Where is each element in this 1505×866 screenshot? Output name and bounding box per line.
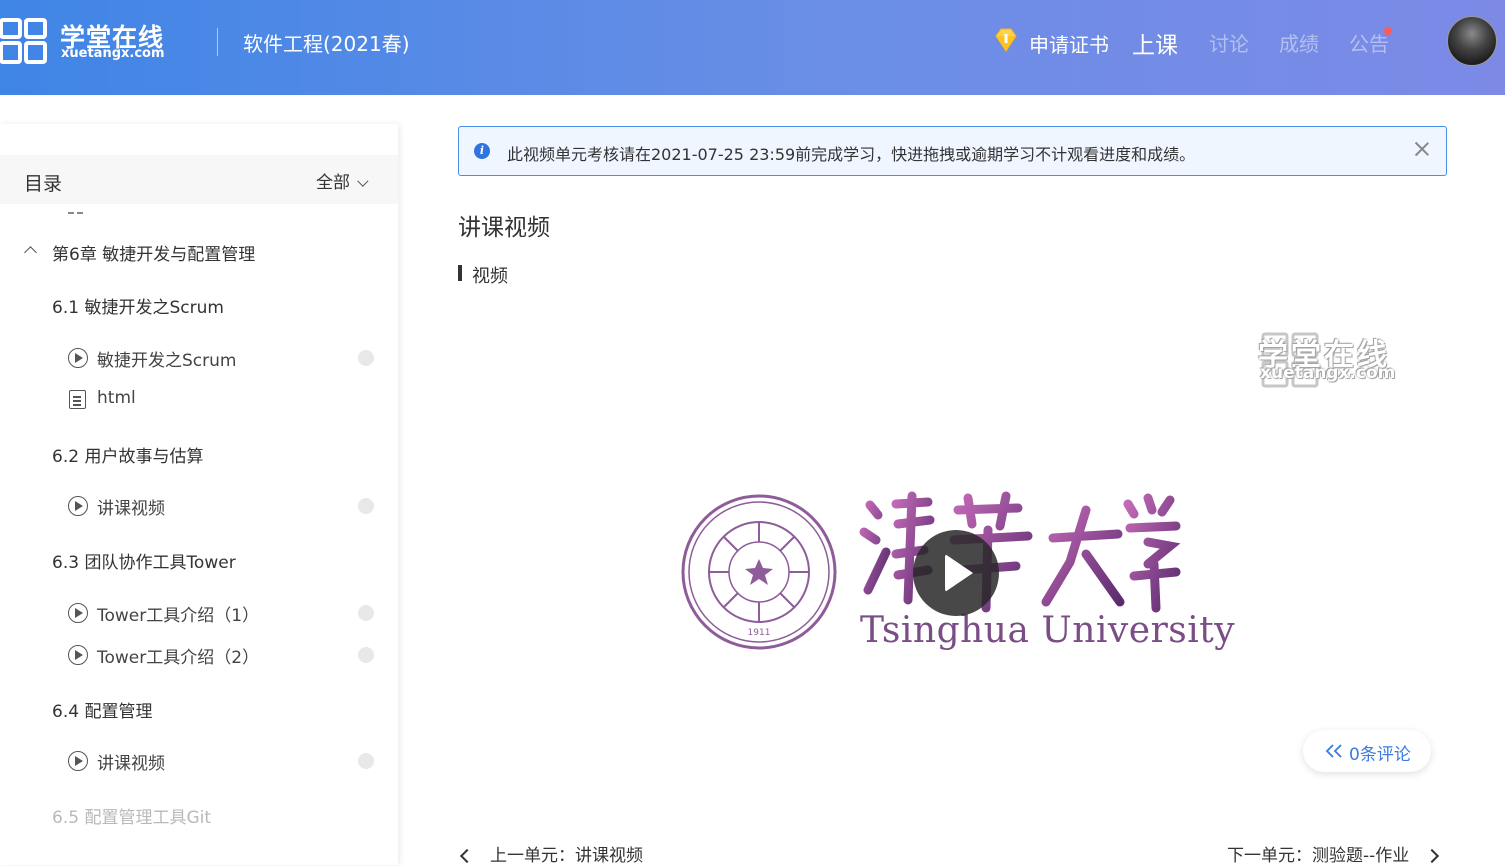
next-unit-label: 下一单元：测验题--作业 <box>1227 846 1410 866</box>
section-6-2[interactable]: 6.2 用户故事与估算 <box>52 442 203 467</box>
nav-tab-announcements[interactable]: 公告 <box>1349 28 1389 57</box>
apply-certificate-link[interactable]: 申请证书 <box>1029 29 1109 58</box>
page-title: 讲课视频 <box>458 215 550 241</box>
course-toc-sidebar: 目录 全部 第6章 敏捷开发与配置管理 6.1 敏捷开发之Scrum 敏捷开发之… <box>0 124 398 865</box>
play-circle-icon <box>68 348 88 368</box>
certificate-diamond-icon[interactable] <box>992 26 1020 54</box>
user-avatar[interactable] <box>1447 16 1497 66</box>
progress-dot <box>358 753 374 769</box>
chevron-down-icon <box>357 175 369 187</box>
nav-tab-grades[interactable]: 成绩 <box>1279 28 1319 57</box>
close-icon[interactable] <box>1413 140 1431 158</box>
alert-message: 此视频单元考核请在2021-07-25 23:59前完成学习，快进拖拽或逾期学习… <box>507 145 1196 164</box>
chevron-left-icon <box>459 848 475 864</box>
double-chevron-left-icon <box>1325 744 1342 758</box>
progress-dot <box>358 350 374 366</box>
document-icon <box>69 390 86 409</box>
section-6-5[interactable]: 6.5 配置管理工具Git <box>52 803 211 828</box>
section-subtitle: 视频 <box>472 266 508 287</box>
watermark-domain: xuetangx.com <box>1260 363 1396 383</box>
info-icon: i <box>474 143 490 159</box>
tsinghua-calligraphy-icon <box>859 491 1181 613</box>
lesson-label: html <box>97 388 136 408</box>
top-header: 学堂在线 xuetangx.com 软件工程(2021春) 申请证书 上课 讨论… <box>0 0 1505 95</box>
subtitle-marker <box>458 265 462 281</box>
deadline-alert: i 此视频单元考核请在2021-07-25 23:59前完成学习，快进拖拽或逾期… <box>458 126 1447 176</box>
play-circle-icon <box>68 751 88 771</box>
seal-year: 1911 <box>748 628 771 638</box>
progress-dot <box>358 498 374 514</box>
lesson-label: Tower工具介绍（2） <box>97 648 260 668</box>
lesson-label: 敏捷开发之Scrum <box>97 351 237 371</box>
toc-title: 目录 <box>24 173 63 195</box>
progress-dot <box>358 647 374 663</box>
video-player[interactable]: 学堂在线 xuetangx.com 1911 Tsinghua Universi… <box>458 300 1447 820</box>
lesson-label: 讲课视频 <box>97 499 165 519</box>
prev-unit-link[interactable]: 上一单元：讲课视频 <box>458 841 643 866</box>
chevron-up-icon[interactable] <box>24 246 37 259</box>
chapter-title[interactable]: 第6章 敏捷开发与配置管理 <box>52 240 255 265</box>
play-circle-icon <box>68 645 88 665</box>
progress-dot <box>358 605 374 621</box>
section-6-1[interactable]: 6.1 敏捷开发之Scrum <box>52 293 224 318</box>
unread-dot <box>1384 27 1392 35</box>
prev-unit-label: 上一单元：讲课视频 <box>490 846 643 866</box>
header-divider <box>217 28 218 56</box>
logo-domain[interactable]: xuetangx.com <box>61 46 165 61</box>
play-circle-icon <box>68 603 88 623</box>
toc-filter-dropdown[interactable]: 全部 <box>316 168 369 193</box>
section-6-4[interactable]: 6.4 配置管理 <box>52 697 152 722</box>
nav-tab-class[interactable]: 上课 <box>1132 26 1178 60</box>
toc-filter-label: 全部 <box>316 173 350 193</box>
next-unit-link[interactable]: 下一单元：测验题--作业 <box>1227 841 1441 866</box>
nav-tab-discussion[interactable]: 讨论 <box>1209 28 1249 57</box>
course-title: 软件工程(2021春) <box>243 32 410 56</box>
comments-button[interactable]: 0条评论 <box>1303 730 1431 772</box>
lesson-label: 讲课视频 <box>97 754 165 774</box>
clipped-item-fragment <box>68 212 84 216</box>
play-circle-icon <box>68 496 88 516</box>
lesson-label: Tower工具介绍（1） <box>97 606 260 626</box>
university-name: Tsinghua University <box>860 610 1236 651</box>
play-button[interactable] <box>913 530 999 616</box>
section-6-3[interactable]: 6.3 团队协作工具Tower <box>52 548 236 573</box>
chevron-right-icon <box>1425 848 1440 864</box>
tsinghua-seal-icon: 1911 <box>681 494 837 650</box>
xuetangx-logo-icon[interactable] <box>0 17 48 65</box>
toc-header: 目录 全部 <box>0 155 398 204</box>
comments-count: 0条评论 <box>1349 745 1411 765</box>
